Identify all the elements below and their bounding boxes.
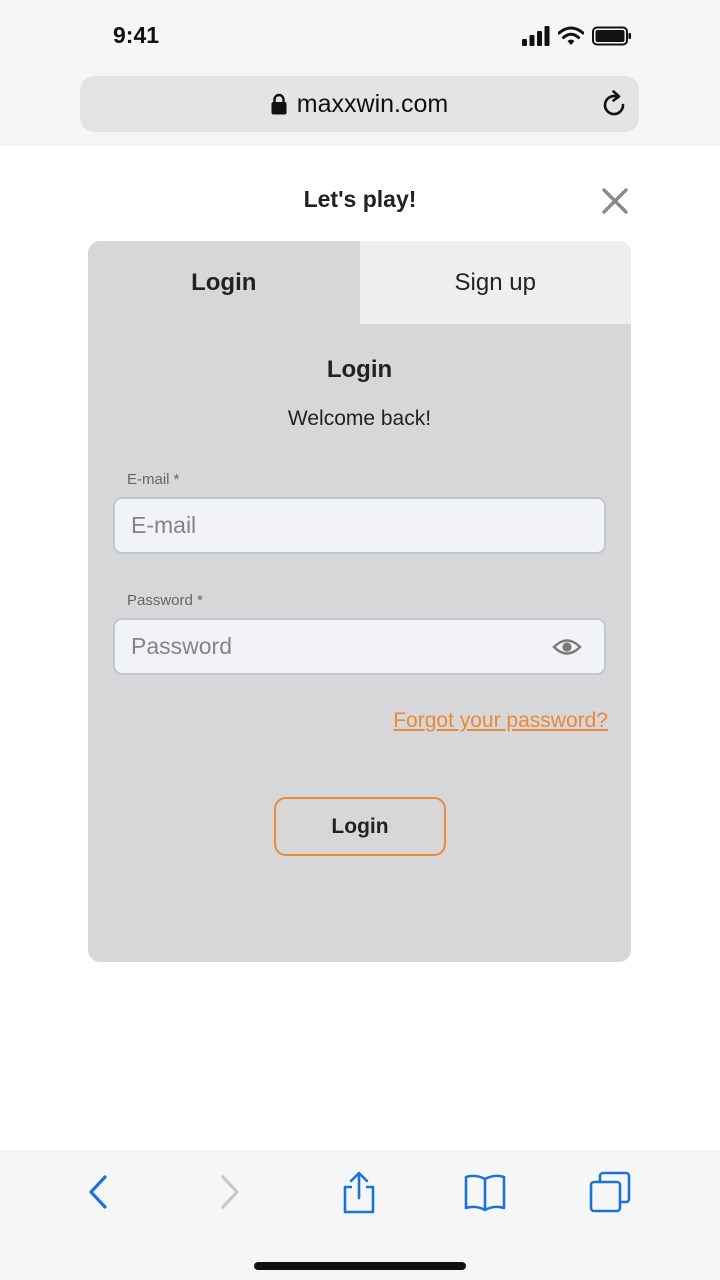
password-field-wrapper	[113, 618, 606, 675]
page: 9:41 maxxwin.com Let's play! Login Sign …	[0, 0, 720, 1280]
bookmarks-icon[interactable]	[463, 1170, 507, 1214]
status-icons	[522, 25, 632, 47]
url-text: maxxwin.com	[296, 89, 449, 118]
password-field[interactable]	[115, 620, 604, 673]
home-indicator	[254, 1262, 466, 1270]
back-icon[interactable]	[76, 1170, 120, 1214]
close-icon[interactable]	[600, 186, 630, 216]
auth-card: Login Sign up Login Welcome back! E-mail…	[88, 241, 631, 962]
browser-toolbar	[0, 1150, 720, 1280]
tab-sign-up[interactable]: Sign up	[359, 241, 631, 324]
tab-login[interactable]: Login	[88, 241, 360, 324]
browser-top-chrome: 9:41 maxxwin.com	[0, 0, 720, 146]
login-heading: Login	[326, 356, 393, 383]
url-display: maxxwin.com	[80, 76, 639, 132]
reload-icon[interactable]	[599, 89, 629, 119]
address-bar[interactable]: maxxwin.com	[80, 76, 639, 132]
login-button[interactable]: Login	[274, 797, 446, 856]
welcome-text: Welcome back!	[287, 407, 432, 430]
forgot-password-link[interactable]: Forgot your password?	[393, 709, 608, 733]
forward-icon[interactable]	[208, 1170, 252, 1214]
email-field-wrapper	[113, 497, 606, 554]
eye-icon[interactable]	[552, 636, 582, 658]
share-icon[interactable]	[337, 1170, 381, 1214]
email-label: E-mail *	[127, 471, 180, 488]
signal-icon	[522, 26, 550, 46]
email-field[interactable]	[115, 499, 604, 552]
password-label: Password *	[127, 592, 203, 609]
auth-tabs: Login Sign up	[88, 241, 631, 324]
status-time: 9:41	[113, 22, 160, 48]
tabs-icon[interactable]	[588, 1170, 632, 1214]
battery-icon	[592, 26, 631, 46]
lock-icon	[271, 93, 287, 115]
wifi-icon	[558, 26, 584, 45]
